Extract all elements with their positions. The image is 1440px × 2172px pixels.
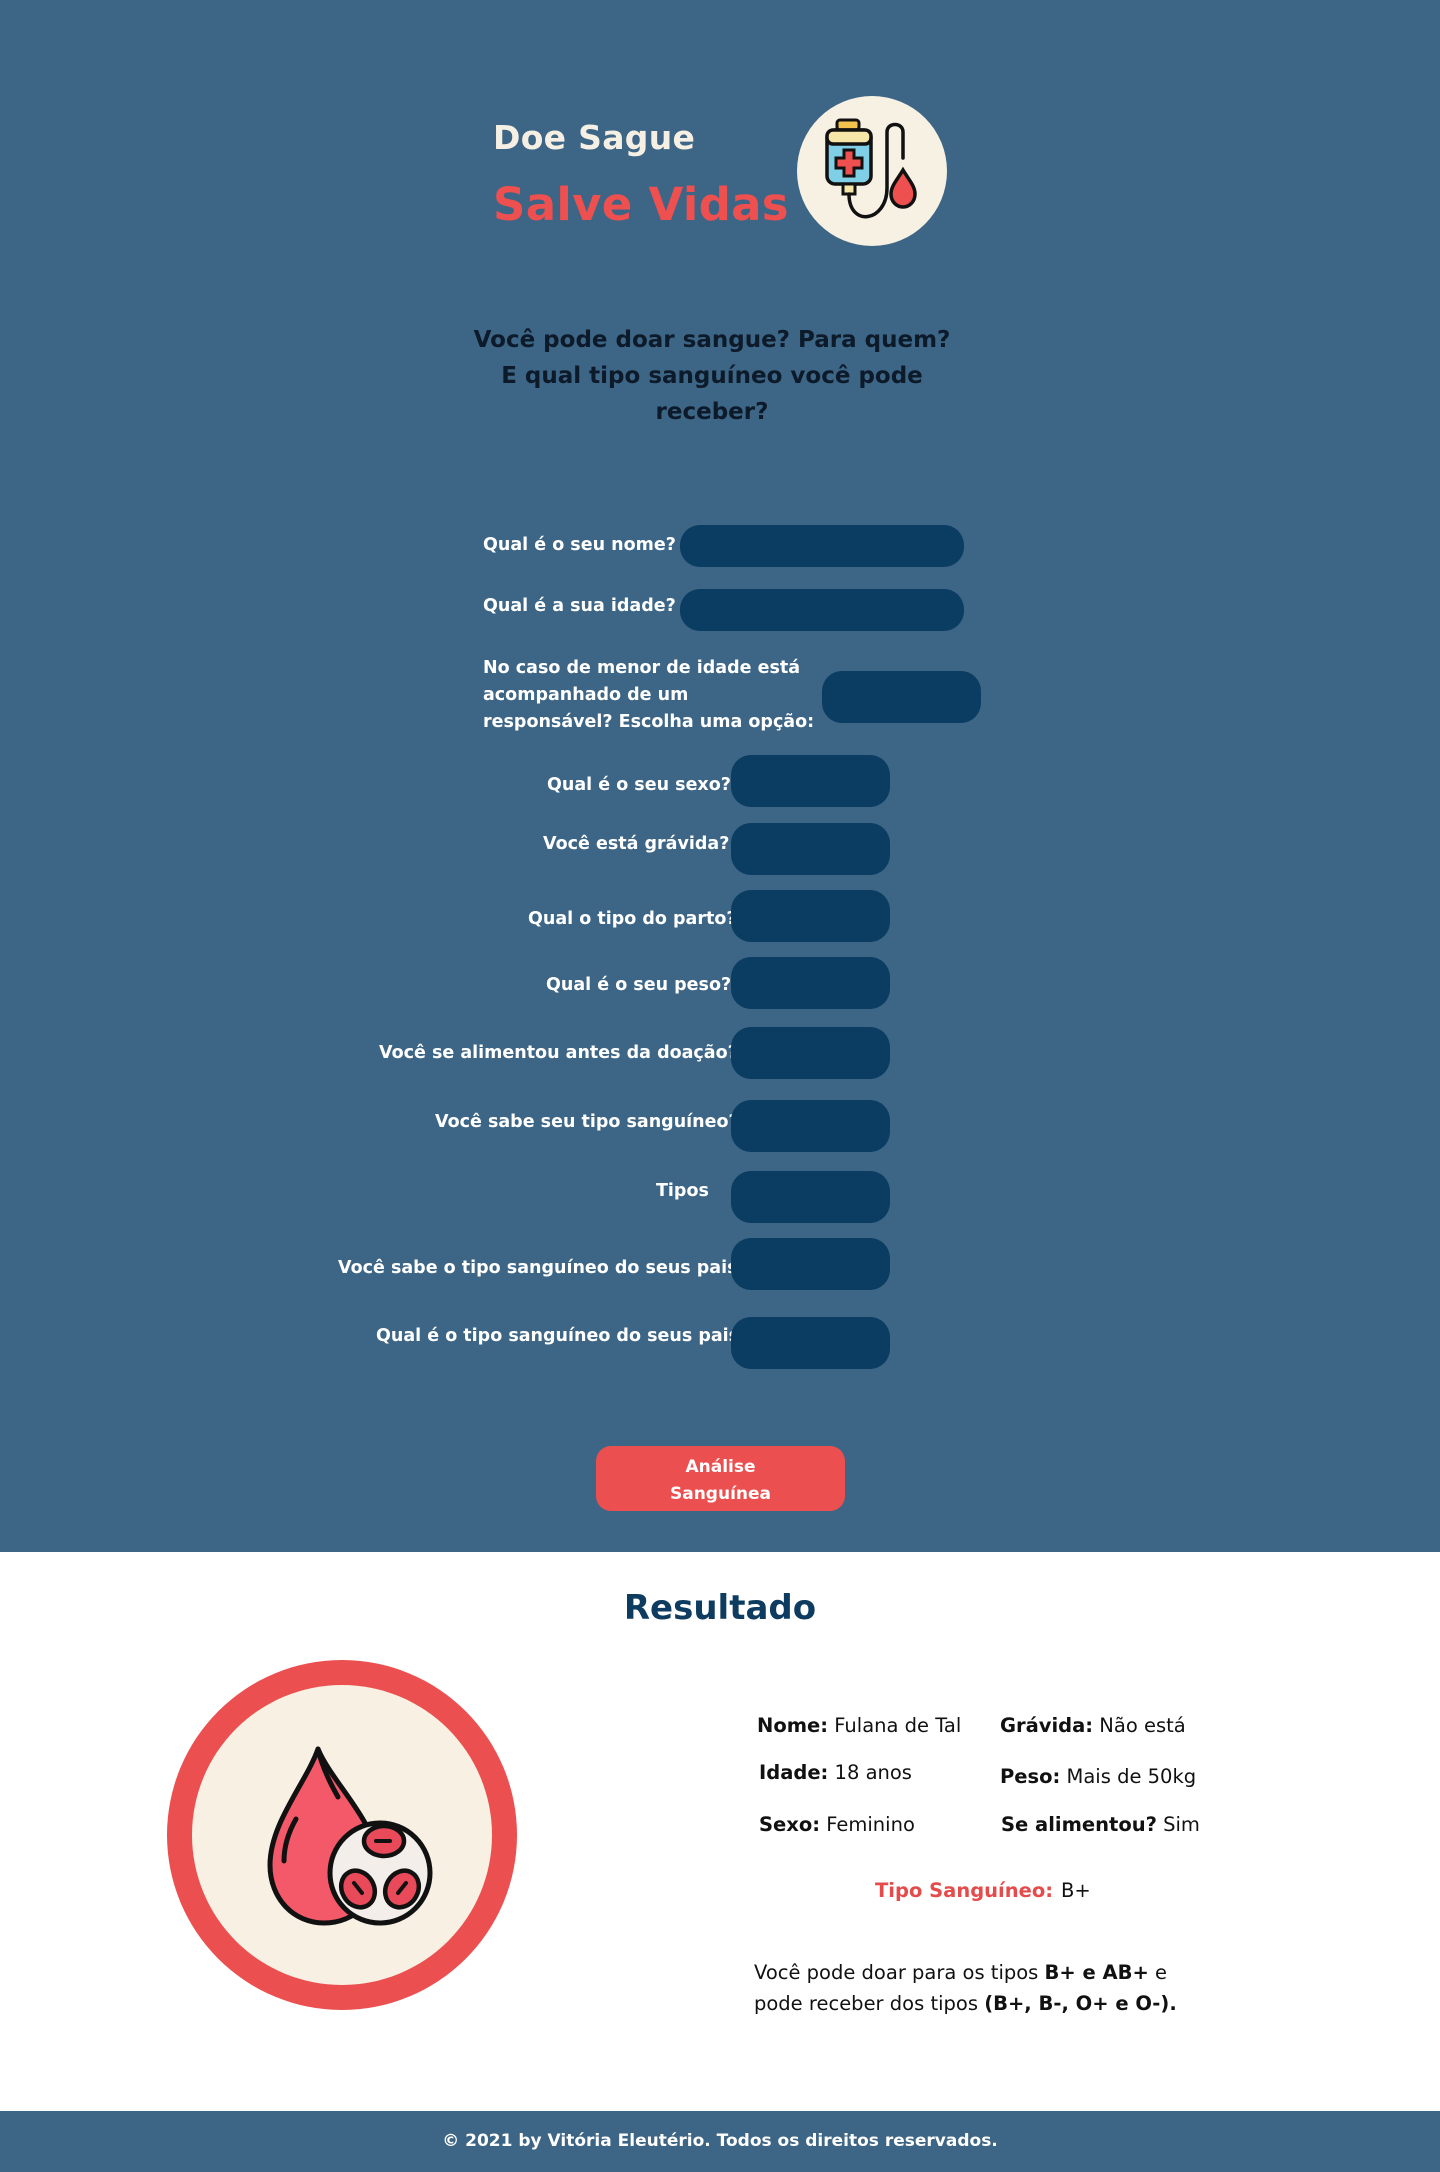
result-age-key: Idade:: [759, 1761, 829, 1784]
parents-type-select[interactable]: [731, 1317, 890, 1369]
result-pregnant-key: Grávida:: [1000, 1714, 1094, 1737]
blood-bag-icon: [825, 118, 917, 219]
blood-analysis-button[interactable]: Análise Sanguínea: [596, 1446, 845, 1511]
fed-select[interactable]: [731, 1027, 890, 1079]
result-icon-ring: [167, 1660, 517, 2010]
birth-type-label: Qual o tipo do parto?: [528, 909, 737, 929]
result-pregnant: Grávida: Não está: [1000, 1714, 1186, 1737]
guardian-label: No caso de menor de idade está acompanha…: [483, 658, 815, 732]
result-sex-value: Feminino: [820, 1813, 915, 1836]
fed-label: Você se alimentou antes da doação?: [379, 1043, 738, 1063]
result-fed-value: Sim: [1156, 1813, 1200, 1836]
result-name-value: Fulana de Tal: [828, 1714, 962, 1737]
brand-title-line1: Doe Sague: [493, 118, 696, 157]
result-weight: Peso: Mais de 50kg: [1000, 1765, 1196, 1788]
sex-select[interactable]: [731, 755, 890, 807]
blood-analysis-button-line1: Análise: [685, 1457, 756, 1477]
footer-copyright: © 2021 by Vitória Eleutério. Todos os di…: [442, 2131, 998, 2151]
types-select[interactable]: [731, 1171, 890, 1223]
parents-type-label: Qual é o tipo sanguíneo do seus pais?: [376, 1326, 750, 1346]
birth-type-select[interactable]: [731, 890, 890, 942]
name-input[interactable]: [680, 525, 964, 567]
result-sex-key: Sexo:: [759, 1813, 821, 1836]
form-section: Doe Sague Salve Vidas Você pode doar san…: [0, 0, 1440, 1552]
result-blood-type-value: B+: [1061, 1879, 1091, 1902]
result-age: Idade: 18 anos: [759, 1761, 912, 1784]
donate-prefix: Você pode doar para os tipos: [754, 1961, 1045, 1984]
knows-parents-type-label: Você sabe o tipo sanguíneo do seus pais?: [338, 1258, 748, 1278]
result-icon-circle: [192, 1685, 492, 1985]
logo-badge: [797, 96, 947, 246]
blood-drop-cells-icon: [267, 1746, 433, 1926]
guardian-select[interactable]: [822, 671, 981, 723]
result-blood-type: Tipo Sanguíneo: B+: [875, 1879, 1091, 1902]
age-input[interactable]: [680, 589, 964, 631]
blood-analysis-button-line2: Sanguínea: [669, 1484, 772, 1504]
result-pregnant-value: Não está: [1093, 1714, 1186, 1737]
result-sex: Sexo: Feminino: [759, 1813, 915, 1836]
pregnant-select[interactable]: [731, 823, 890, 875]
knows-parents-type-select[interactable]: [731, 1238, 890, 1290]
sex-label: Qual é o seu sexo?: [547, 775, 731, 795]
result-weight-key: Peso:: [1000, 1765, 1061, 1788]
result-age-value: 18 anos: [828, 1761, 912, 1784]
result-fed-key: Se alimentou?: [1001, 1813, 1157, 1836]
pregnant-label: Você está grávida?: [543, 834, 730, 854]
weight-select[interactable]: [731, 957, 890, 1009]
result-name-key: Nome:: [757, 1714, 829, 1737]
name-label: Qual é o seu nome?: [483, 535, 676, 555]
knows-type-select[interactable]: [731, 1100, 890, 1152]
brand-title-line2: Salve Vidas: [493, 178, 789, 231]
result-blood-type-key: Tipo Sanguíneo:: [875, 1879, 1054, 1902]
age-label: Qual é a sua idade?: [483, 596, 676, 616]
receive-types: (B+, B-, O+ e O-).: [984, 1992, 1177, 2015]
result-fed: Se alimentou? Sim: [1001, 1813, 1200, 1836]
footer: © 2021 by Vitória Eleutério. Todos os di…: [0, 2111, 1440, 2172]
result-title: Resultado: [623, 1588, 817, 1628]
intro-question: Você pode doar sangue? Para quem? E qual…: [473, 327, 951, 425]
donate-types: B+ e AB+: [1044, 1961, 1149, 1984]
result-name: Nome: Fulana de Tal: [757, 1714, 961, 1737]
types-label: Tipos: [656, 1181, 709, 1201]
knows-type-label: Você sabe seu tipo sanguíneo?: [435, 1112, 739, 1132]
result-explanation: Você pode doar para os tipos B+ e AB+ e …: [754, 1957, 1184, 2019]
result-weight-value: Mais de 50kg: [1060, 1765, 1197, 1788]
weight-label: Qual é o seu peso?: [546, 975, 732, 995]
